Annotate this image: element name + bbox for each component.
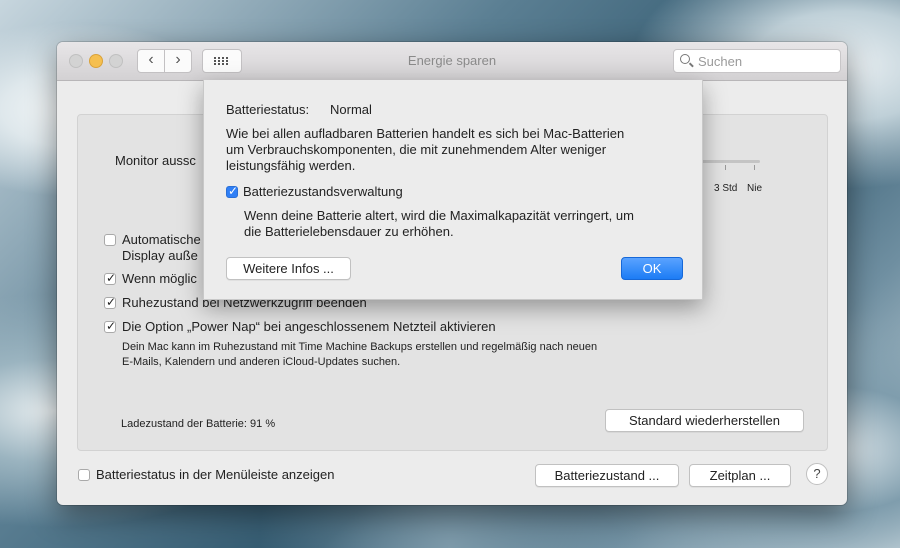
checkmark-icon: ✓: [106, 271, 117, 285]
battery-management-detail: Wenn deine Batterie altert, wird die Max…: [244, 208, 634, 223]
help-button[interactable]: ?: [806, 463, 828, 485]
battery-management-checkbox[interactable]: ✓: [226, 184, 239, 198]
battery-charge-text: Ladezustand der Batterie: 91 %: [121, 418, 276, 430]
search-input[interactable]: [698, 50, 838, 72]
hard-disk-sleep-label: Wenn möglic: [122, 271, 197, 286]
monitor-off-label: Monitor aussc: [115, 153, 196, 168]
schedule-button[interactable]: Zeitplan ...: [689, 464, 791, 487]
show-battery-menubar-checkbox[interactable]: [78, 469, 90, 481]
checkmark-icon: ✓: [228, 184, 239, 198]
power-nap-description-line2: E-Mails, Kalendern und anderen iCloud-Up…: [122, 356, 401, 368]
hard-disk-sleep-checkbox[interactable]: ✓: [104, 271, 117, 285]
battery-status-value: Normal: [330, 102, 372, 117]
slider-label-never: Nie: [747, 183, 763, 194]
auto-graphics-label-line2: Display auße: [122, 248, 198, 263]
power-nap-description: Dein Mac kann im Ruhezustand mit Time Ma…: [122, 341, 598, 353]
battery-management-detail-line2: die Batterielebensdauer zu erhöhen.: [244, 224, 454, 239]
checkmark-icon: ✓: [106, 295, 117, 309]
battery-description-line3: leistungsfähig werden.: [226, 158, 356, 173]
slider-tick: [754, 165, 755, 170]
wake-network-checkbox[interactable]: ✓: [104, 295, 117, 309]
search-field[interactable]: [673, 49, 841, 73]
slider-label-3h: 3 Std: [714, 183, 738, 194]
monitor-sleep-slider[interactable]: [698, 160, 760, 163]
battery-status-sheet: Batteriestatus: Normal Wie bei allen auf…: [203, 80, 703, 300]
auto-graphics-label: Automatische: [122, 232, 201, 247]
search-icon: [680, 54, 690, 64]
power-nap-label: Die Option „Power Nap“ bei angeschlossen…: [122, 319, 496, 334]
ok-button[interactable]: OK: [621, 257, 683, 280]
restore-defaults-button[interactable]: Standard wiederherstellen: [605, 409, 804, 432]
battery-description: Wie bei allen aufladbaren Batterien hand…: [226, 126, 625, 141]
battery-description-line2: um Verbrauchskomponenten, die mit zunehm…: [226, 142, 607, 157]
battery-status-label: Batteriestatus:: [226, 102, 310, 117]
show-battery-menubar-label: Batteriestatus in der Menüleiste anzeige…: [96, 467, 335, 482]
slider-tick: [725, 165, 726, 170]
title-bar: ‹ › Energie sparen: [57, 42, 847, 81]
battery-management-label: Batteriezustandsverwaltung: [243, 184, 403, 199]
checkmark-icon: ✓: [106, 319, 117, 333]
battery-health-button[interactable]: Batteriezustand ...: [535, 464, 679, 487]
auto-graphics-checkbox[interactable]: [104, 234, 116, 246]
more-info-button[interactable]: Weitere Infos ...: [226, 257, 351, 280]
power-nap-checkbox[interactable]: ✓: [104, 319, 117, 333]
